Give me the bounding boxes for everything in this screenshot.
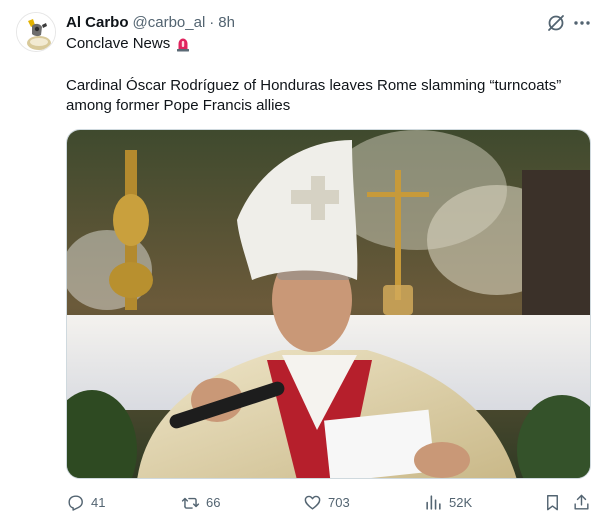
tweet-header: Al Carbo @carbo_al · 8h [66,12,235,32]
context-text: Conclave News [66,35,171,52]
context-line: Conclave News [66,35,191,52]
avatar[interactable] [16,12,56,52]
grok-icon[interactable] [546,13,566,33]
views-count: 52K [449,494,473,510]
handle[interactable]: @carbo_al [133,14,206,31]
tweet[interactable]: Al Carbo @carbo_al · 8h Conclave News Ca… [0,0,609,524]
rotating-light-icon [175,36,191,52]
reply-count: 41 [91,494,106,510]
views-button[interactable]: 52K [424,490,472,514]
display-name[interactable]: Al Carbo [66,14,129,31]
like-button[interactable]: 703 [303,490,350,514]
views-icon [426,494,441,510]
tweet-text: Cardinal Óscar Rodríguez of Honduras lea… [66,77,562,114]
bookmark-button[interactable] [543,490,562,514]
separator-dot: · [209,13,215,31]
heart-icon [304,495,321,510]
timestamp[interactable]: 8h [218,14,235,31]
more-icon[interactable] [572,13,592,33]
repost-icon [181,497,200,509]
share-button[interactable] [572,490,591,514]
avatar-image [17,13,55,51]
action-bar: 41 66 703 52K [66,490,591,514]
reply-button[interactable]: 41 [66,490,105,514]
repost-button[interactable]: 66 [181,490,220,514]
reply-icon [68,494,83,511]
repost-count: 66 [206,494,221,510]
like-count: 703 [328,494,350,510]
photo-cardinal-speaking [67,130,590,478]
bookmark-icon [547,494,558,510]
share-icon [574,494,589,510]
tweet-media[interactable] [66,129,591,479]
